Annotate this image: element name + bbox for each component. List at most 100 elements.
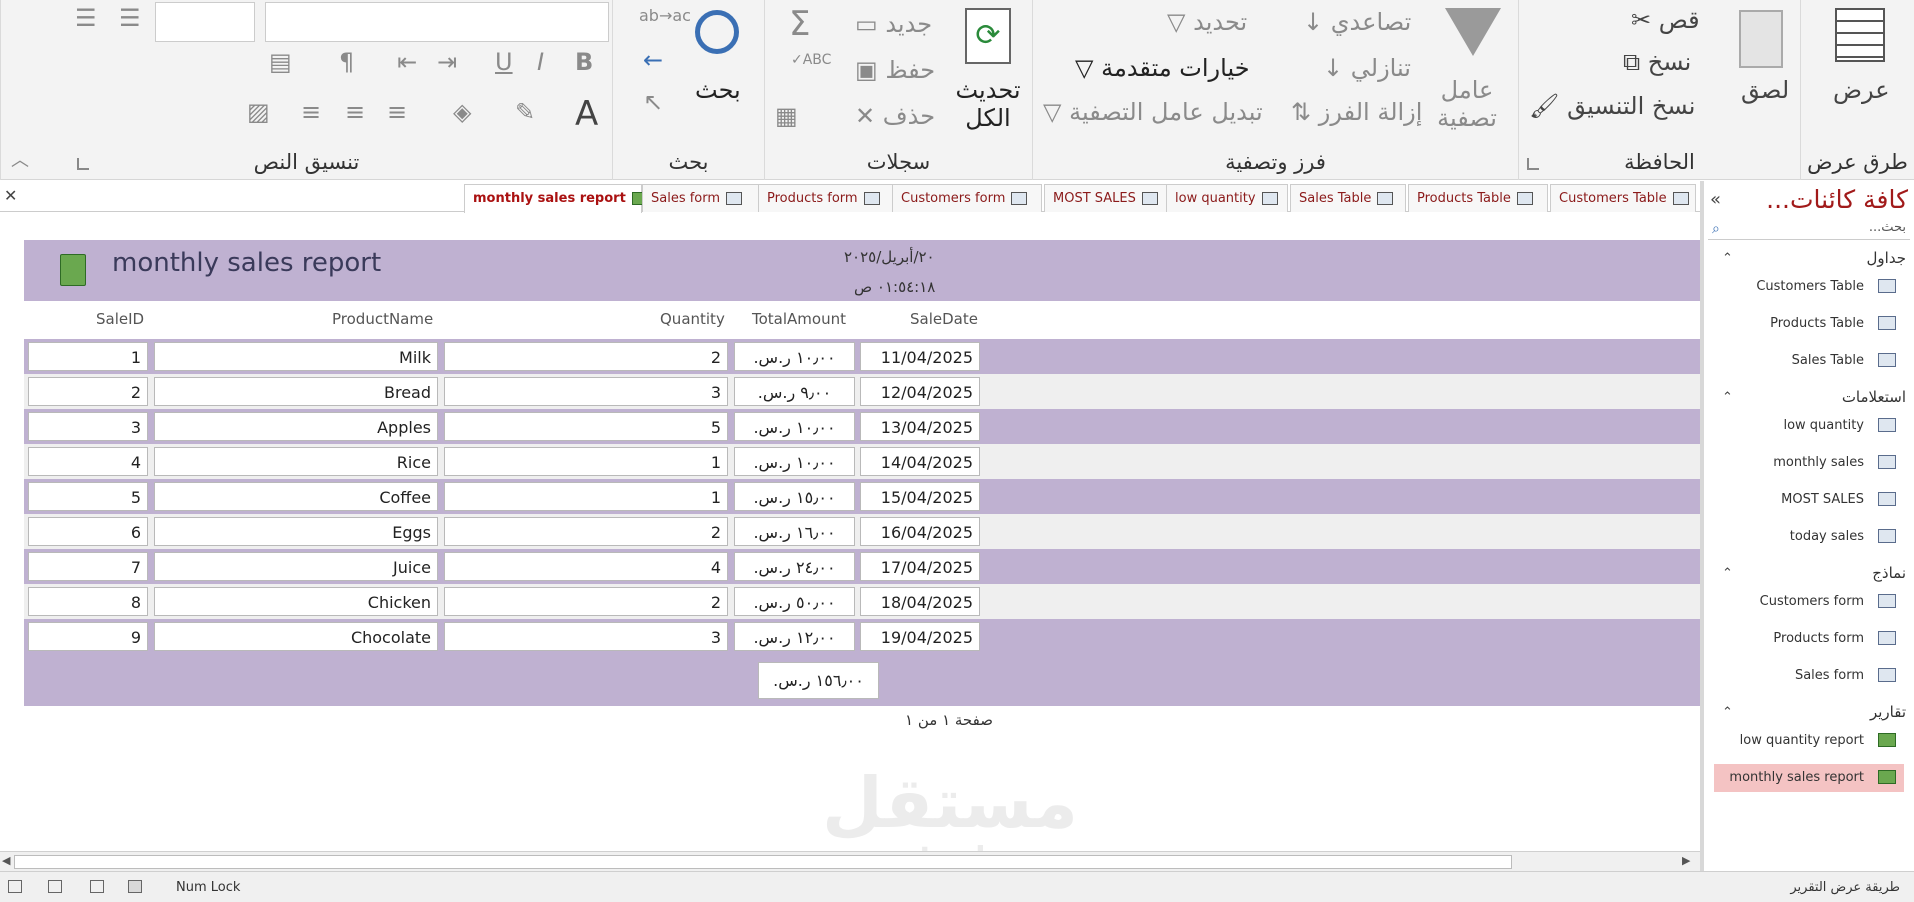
- nav-collapse-icon[interactable]: «: [1710, 189, 1721, 210]
- nav-search-icon[interactable]: ⌕: [1712, 221, 1720, 237]
- underline-icon[interactable]: U: [495, 48, 513, 76]
- refresh-all-button[interactable]: تحديث الكل: [951, 76, 1025, 132]
- nav-item[interactable]: monthly sales: [1714, 449, 1904, 477]
- advanced-button[interactable]: خيارات متقدمة ▽: [1075, 54, 1250, 82]
- totals-icon[interactable]: Σ: [789, 4, 810, 44]
- nav-item[interactable]: Sales Table: [1714, 347, 1904, 375]
- print-preview-icon[interactable]: [90, 880, 104, 893]
- remove-sort-button[interactable]: إزالة الفرز ⇅: [1291, 98, 1422, 126]
- view-button[interactable]: عرض: [1833, 76, 1890, 104]
- bold-icon[interactable]: B: [575, 48, 593, 76]
- paragraph-icon[interactable]: ¶: [339, 48, 354, 76]
- doc-tab[interactable]: Customers form: [892, 184, 1042, 212]
- nav-item[interactable]: today sales: [1714, 523, 1904, 551]
- paste-icon[interactable]: [1739, 10, 1783, 68]
- table-icon: [1516, 192, 1533, 205]
- new-record-icon: ▭: [855, 10, 878, 38]
- nav-item[interactable]: low quantity report: [1714, 727, 1904, 755]
- scroll-right-icon[interactable]: ▶: [1682, 854, 1690, 867]
- chevron-up-icon[interactable]: ⌃: [1722, 390, 1733, 405]
- doc-tab[interactable]: Products Table: [1408, 184, 1548, 212]
- form-icon: [1878, 668, 1896, 682]
- filter-button[interactable]: عامل تصفية: [1437, 76, 1497, 132]
- selection-button[interactable]: تحديد ▽: [1167, 8, 1247, 36]
- font-color-icon[interactable]: A: [575, 94, 598, 134]
- delete-button[interactable]: حذف ✕: [855, 102, 935, 130]
- nav-search-input[interactable]: بحث...: [1708, 220, 1910, 240]
- copy-button[interactable]: نسخ ⧉: [1623, 48, 1691, 76]
- indent-icon[interactable]: ⇥: [437, 48, 457, 76]
- font-size-combo[interactable]: [265, 2, 609, 42]
- align-left-icon[interactable]: ≡: [301, 98, 321, 126]
- chevron-up-icon[interactable]: ⌃: [1722, 566, 1733, 581]
- gridlines-icon[interactable]: ▤: [269, 48, 292, 76]
- cell-quantity: 3: [444, 622, 728, 651]
- nav-item[interactable]: Customers form: [1714, 588, 1904, 616]
- spelling-icon[interactable]: ABC✓: [791, 52, 831, 68]
- nav-item[interactable]: low quantity: [1714, 412, 1904, 440]
- scroll-left-icon[interactable]: ◀: [2, 854, 10, 867]
- doc-tab[interactable]: Sales Table: [1290, 184, 1406, 212]
- records-group: ⟳ تحديث الكل جديد ▭ حفظ ▣ حذف ✕ Σ ABC✓ ▦…: [764, 0, 1032, 180]
- highlight-icon[interactable]: ✎: [515, 98, 535, 126]
- new-button[interactable]: جديد ▭: [855, 10, 932, 38]
- ascending-button[interactable]: تصاعدي ↓: [1303, 8, 1411, 36]
- doc-tab[interactable]: Products form: [758, 184, 896, 212]
- bullets-icon[interactable]: ☰: [119, 4, 141, 32]
- report-title: monthly sales report: [112, 248, 382, 278]
- text-formatting-launcher-icon[interactable]: [77, 158, 89, 170]
- select-icon[interactable]: ↖: [643, 88, 663, 116]
- font-name-combo[interactable]: [155, 2, 255, 42]
- nav-item[interactable]: Customers Table: [1714, 273, 1904, 301]
- nav-title[interactable]: كافة كائنات...: [1766, 185, 1908, 214]
- toggle-filter-button[interactable]: تبديل عامل التصفية ▽: [1043, 98, 1263, 126]
- nav-item[interactable]: Products Table: [1714, 310, 1904, 338]
- scroll-thumb[interactable]: [14, 855, 1512, 869]
- close-icon[interactable]: ✕: [4, 186, 17, 205]
- clipboard-launcher-icon[interactable]: [1527, 158, 1539, 170]
- goto-icon[interactable]: ←: [643, 46, 663, 74]
- layout-view-icon[interactable]: [8, 880, 22, 893]
- doc-tab[interactable]: monthly sales report: [464, 184, 648, 213]
- cut-button[interactable]: قص ✂: [1631, 6, 1700, 34]
- filter-icon[interactable]: [1445, 8, 1501, 56]
- paste-button[interactable]: لصق: [1741, 76, 1789, 104]
- numbering-icon[interactable]: ☰: [75, 4, 97, 32]
- doc-tab-label: Products Table: [1417, 191, 1511, 206]
- doc-tab[interactable]: Sales form: [642, 184, 760, 212]
- save-button[interactable]: حفظ ▣: [855, 56, 935, 84]
- refresh-all-icon[interactable]: ⟳: [965, 8, 1011, 64]
- more-icon[interactable]: ▦: [775, 102, 798, 130]
- chevron-up-icon[interactable]: ⌃: [1722, 251, 1733, 266]
- doc-tab[interactable]: low quantity: [1166, 184, 1288, 212]
- nav-category-header[interactable]: جداول: [1867, 249, 1906, 267]
- replace-icon[interactable]: ab→ac: [639, 6, 691, 25]
- search-icon[interactable]: [695, 10, 739, 54]
- format-painter-button[interactable]: نسخ التنسيق 🖌: [1529, 92, 1695, 120]
- design-view-icon[interactable]: [128, 880, 142, 893]
- chevron-up-icon[interactable]: ⌃: [1722, 705, 1733, 720]
- sort-desc-icon: ↓: [1323, 54, 1344, 82]
- horizontal-scrollbar[interactable]: ◀ ▶: [0, 851, 1700, 871]
- find-button[interactable]: بحث: [695, 76, 741, 104]
- nav-item[interactable]: Sales form: [1714, 662, 1904, 690]
- collapse-ribbon-icon[interactable]: ︿: [11, 146, 29, 172]
- outdent-icon[interactable]: ⇤: [397, 48, 417, 76]
- nav-item[interactable]: Products form: [1714, 625, 1904, 653]
- alternate-row-icon[interactable]: ▨: [247, 98, 270, 126]
- nav-category-header[interactable]: استعلامات: [1842, 388, 1906, 406]
- view-icon[interactable]: [1835, 8, 1885, 62]
- italic-icon[interactable]: I: [537, 48, 544, 76]
- nav-category-header[interactable]: تقارير: [1870, 703, 1906, 721]
- status-bar: طريقة عرض التقرير Num Lock: [0, 871, 1914, 902]
- doc-tab[interactable]: Customers Table: [1550, 184, 1696, 212]
- nav-item[interactable]: monthly sales report: [1714, 764, 1904, 792]
- fill-color-icon[interactable]: ◈: [453, 98, 471, 126]
- doc-tab[interactable]: MOST SALES: [1044, 184, 1168, 212]
- align-center-icon[interactable]: ≡: [345, 98, 365, 126]
- nav-item[interactable]: MOST SALES: [1714, 486, 1904, 514]
- nav-category-header[interactable]: نماذج: [1872, 564, 1906, 582]
- descending-button[interactable]: تنازلي ↓: [1323, 54, 1411, 82]
- align-right-icon[interactable]: ≡: [387, 98, 407, 126]
- report-view-icon[interactable]: [48, 880, 62, 893]
